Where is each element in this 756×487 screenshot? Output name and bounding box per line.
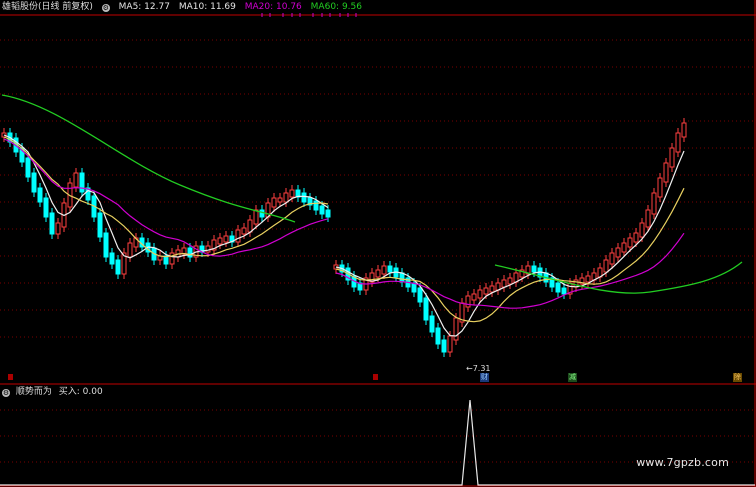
bottom-flag-a [8, 374, 13, 380]
candle-b-candle-14 [417, 287, 423, 303]
candle-b-candle-56 [669, 147, 675, 168]
candle-a-candle-31 [187, 247, 193, 258]
candle-b-candle-26 [489, 285, 495, 293]
candle-b-candle-38 [561, 287, 567, 295]
candle-b-candle-37 [555, 282, 561, 293]
indicator-header: ⚙ 顺势而为 买入: 0.00 [2, 386, 103, 398]
marker-finance-report[interactable]: 财 [480, 373, 489, 382]
candle-b-candle-24 [477, 289, 483, 299]
candle-b-candle-58 [681, 122, 687, 138]
candlestick-chart[interactable] [0, 0, 756, 487]
candle-b-candle-17 [435, 327, 441, 345]
candle-b-candle-54 [657, 177, 663, 198]
candle-a-candle-8 [49, 212, 55, 235]
ma10-line-b [335, 187, 685, 323]
candle-a-candle-34 [205, 245, 211, 253]
candle-a-candle-40 [241, 227, 247, 235]
ma60-value: MA60: 9.56 [310, 2, 362, 12]
candle-b-candle-57 [675, 132, 681, 153]
indicator-settings-icon[interactable]: ⚙ [2, 389, 10, 397]
candle-a-candle-17 [103, 232, 109, 258]
marker-ex-dividend[interactable]: 除 [733, 373, 742, 382]
candle-a-candle-21 [127, 242, 133, 258]
chart-header: 雄韬股份(日线 前复权) ⚙ MA5: 12.77 MA10: 11.69 MA… [2, 1, 368, 13]
stock-chart-window: 雄韬股份(日线 前复权) ⚙ MA5: 12.77 MA10: 11.69 MA… [0, 0, 756, 487]
candle-a-candle-48 [289, 189, 295, 198]
marker-finance-text: 财 [481, 373, 488, 381]
ma20-value: MA20: 10.76 [244, 2, 302, 12]
candle-b-candle-11 [399, 272, 405, 283]
candle-a-candle-28 [169, 252, 175, 265]
candle-a-candle-13 [79, 172, 85, 193]
candle-b-candle-16 [429, 315, 435, 333]
candle-b-candle-19 [447, 335, 453, 353]
candle-a-candle-52 [313, 200, 319, 211]
ma10-value: MA10: 11.69 [178, 2, 236, 12]
settings-icon[interactable]: ⚙ [101, 4, 110, 12]
candle-a-candle-12 [73, 172, 79, 188]
candle-a-candle-42 [253, 209, 259, 225]
low-price-label: ←7.31 [466, 364, 491, 373]
candle-a-candle-19 [115, 259, 121, 275]
candle-b-candle-33 [531, 265, 537, 273]
candle-a-candle-4 [25, 157, 31, 178]
candle-a-candle-39 [235, 229, 241, 243]
candle-a-candle-5 [31, 172, 37, 193]
candle-a-candle-53 [319, 205, 325, 215]
candle-b-candle-51 [639, 222, 645, 238]
candle-b-candle-25 [483, 287, 489, 295]
candle-b-candle-20 [453, 317, 459, 341]
watermark: www.7gpzb.com [636, 456, 729, 469]
candle-a-candle-9 [55, 222, 61, 235]
candle-b-candle-42 [585, 275, 591, 283]
candle-a-candle-45 [271, 197, 277, 208]
indicator-name: 顺势而为 [15, 387, 52, 397]
candle-a-candle-16 [97, 212, 103, 238]
candle-b-candle-48 [621, 242, 627, 253]
candle-a-candle-6 [37, 187, 43, 203]
candle-b-candle-22 [465, 295, 471, 308]
marker-reduce-text: 减 [569, 373, 576, 381]
candle-b-candle-7 [375, 269, 381, 278]
stock-title: 雄韬股份(日线 前复权) [2, 2, 93, 12]
candle-a-candle-54 [325, 209, 331, 218]
candle-a-candle-18 [109, 252, 115, 265]
candle-b-candle-15 [423, 297, 429, 321]
candle-b-candle-28 [501, 279, 507, 288]
low-price-value: 7.31 [472, 364, 491, 373]
marker-ex-dividend-text: 除 [734, 373, 741, 381]
candle-b-candle-45 [603, 259, 609, 273]
candle-b-candle-8 [381, 265, 387, 275]
candle-b-candle-9 [387, 265, 393, 273]
candle-a-candle-36 [217, 237, 223, 245]
ma5-value: MA5: 12.77 [118, 2, 170, 12]
candle-a-candle-47 [283, 192, 289, 203]
candle-b-candle-46 [609, 252, 615, 265]
candle-a-candle-37 [223, 235, 229, 243]
candle-b-candle-52 [645, 209, 651, 228]
candle-b-candle-53 [651, 192, 657, 215]
indicator-line [0, 399, 755, 486]
candle-a-candle-46 [277, 197, 283, 203]
candle-b-candle-49 [627, 237, 633, 248]
candle-a-candle-7 [43, 197, 49, 218]
candle-b-candle-23 [471, 293, 477, 301]
indicator-buy-value: 买入: 0.00 [58, 387, 103, 397]
candle-b-candle-50 [633, 232, 639, 243]
bottom-flag-b [373, 374, 378, 380]
candle-b-candle-29 [507, 277, 513, 285]
candle-a-candle-50 [301, 192, 307, 203]
candle-b-candle-18 [441, 339, 447, 353]
candle-a-candle-43 [259, 209, 265, 218]
candle-a-candle-41 [247, 219, 253, 233]
candle-b-candle-55 [663, 162, 669, 183]
marker-reduce[interactable]: 减 [568, 373, 577, 382]
candle-b-candle-47 [615, 247, 621, 258]
